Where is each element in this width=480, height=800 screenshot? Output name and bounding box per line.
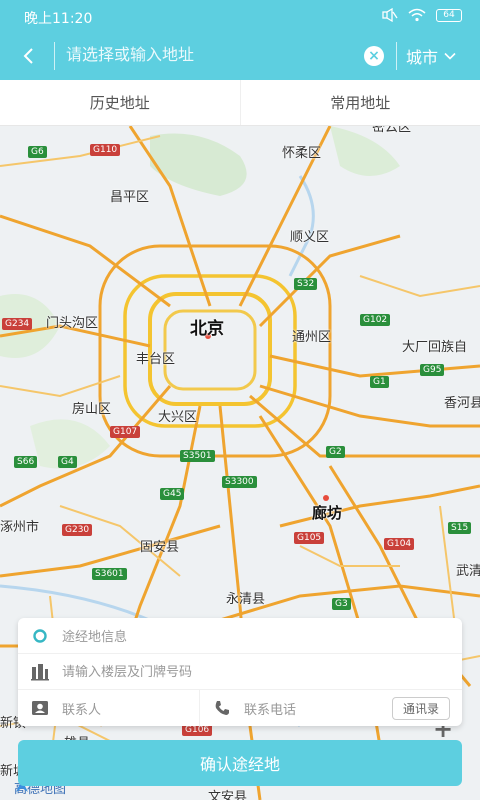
address-tabs: 历史地址 常用地址 <box>0 80 480 126</box>
road-badge: S32 <box>294 278 318 290</box>
contact-name-label: 联系人 <box>62 702 102 718</box>
map-place-label: 北京 <box>190 319 224 339</box>
floor-door-input[interactable] <box>62 664 382 679</box>
mute-icon <box>382 8 398 22</box>
tab-history[interactable]: 历史地址 <box>0 80 240 125</box>
road-badge: S66 <box>14 456 38 468</box>
map-place-label: 武清 <box>456 564 480 579</box>
road-badge: G105 <box>294 532 325 544</box>
waypoint-info-card: 途经地信息 联系人 <box>18 618 462 726</box>
map-place-label: 昌平区 <box>110 190 150 205</box>
contact-phone-field[interactable]: 联系电话 通讯录 <box>200 690 462 726</box>
status-bar: 晚上11:20 64 <box>0 0 480 32</box>
status-icons: 64 <box>382 8 462 22</box>
road-badge: G45 <box>160 488 185 500</box>
confirm-waypoint-button[interactable]: 确认途经地 <box>18 740 462 786</box>
map-place-label: 香河县 <box>444 396 480 411</box>
waypoint-info-label: 途经地信息 <box>62 630 128 645</box>
back-button[interactable] <box>12 40 44 72</box>
road-badge: G4 <box>58 456 77 468</box>
map-place-label: 丰台区 <box>136 352 176 367</box>
map-place-label: 门头沟区 <box>46 316 99 331</box>
map-place-label: 房山区 <box>72 402 112 417</box>
road-badge: G230 <box>62 524 93 536</box>
road-badge: S15 <box>448 522 472 534</box>
road-badge: G102 <box>360 314 391 326</box>
road-badge: G2 <box>326 446 345 458</box>
divider <box>396 42 397 70</box>
contact-card-icon <box>18 700 62 716</box>
map-place-label: 涿州市 <box>0 520 40 535</box>
road-badge: S3300 <box>222 476 257 488</box>
road-badge: G1 <box>370 376 389 388</box>
app-header: 晚上11:20 64 × 城市 <box>0 0 480 80</box>
tab-common[interactable]: 常用地址 <box>239 80 480 125</box>
location-ring-icon <box>18 628 62 644</box>
floor-input-row <box>18 654 462 690</box>
waypoint-info-row[interactable]: 途经地信息 <box>18 618 462 654</box>
building-icon <box>18 663 62 681</box>
address-book-button[interactable]: 通讯录 <box>391 696 450 720</box>
wifi-icon <box>408 8 426 22</box>
map-place-label: 廊坊 <box>312 504 343 522</box>
road-badge: G3 <box>332 598 351 610</box>
road-badge: S3501 <box>180 450 215 462</box>
battery-icon: 64 <box>436 8 462 22</box>
contact-phone-label: 联系电话 <box>244 702 297 718</box>
chevron-down-icon <box>444 52 456 60</box>
search-row: × 城市 <box>0 32 480 80</box>
city-selector[interactable]: 城市 <box>406 44 456 68</box>
chevron-left-icon <box>23 48 33 64</box>
phone-icon <box>200 700 244 716</box>
road-badge: G107 <box>110 426 141 438</box>
map-place-label: 大厂回族自 <box>402 340 468 355</box>
map-place-label: 顺义区 <box>290 230 330 245</box>
road-badge: G95 <box>420 364 445 376</box>
contact-row: 联系人 联系电话 通讯录 <box>18 690 462 726</box>
status-time: 晚上11:20 <box>24 11 93 27</box>
address-search-input[interactable] <box>66 40 358 72</box>
map-place-label: 密云区 <box>372 126 412 135</box>
map-place-label: 大兴区 <box>158 410 198 425</box>
map-place-label: 怀柔区 <box>282 146 322 161</box>
road-badge: G234 <box>2 318 33 330</box>
clear-icon[interactable]: × <box>364 46 384 66</box>
map-place-label: 文安县 <box>208 790 248 800</box>
map-place-label: 固安县 <box>140 540 180 555</box>
road-badge: G6 <box>28 146 47 158</box>
road-badge: G110 <box>90 144 121 156</box>
map-place-label: 通州区 <box>292 330 332 345</box>
city-label: 城市 <box>406 48 439 67</box>
map-place-label: 永清县 <box>226 592 266 607</box>
road-badge: G104 <box>384 538 415 550</box>
contact-name-field[interactable]: 联系人 <box>18 690 200 726</box>
divider <box>54 42 55 70</box>
road-badge: S3601 <box>92 568 127 580</box>
